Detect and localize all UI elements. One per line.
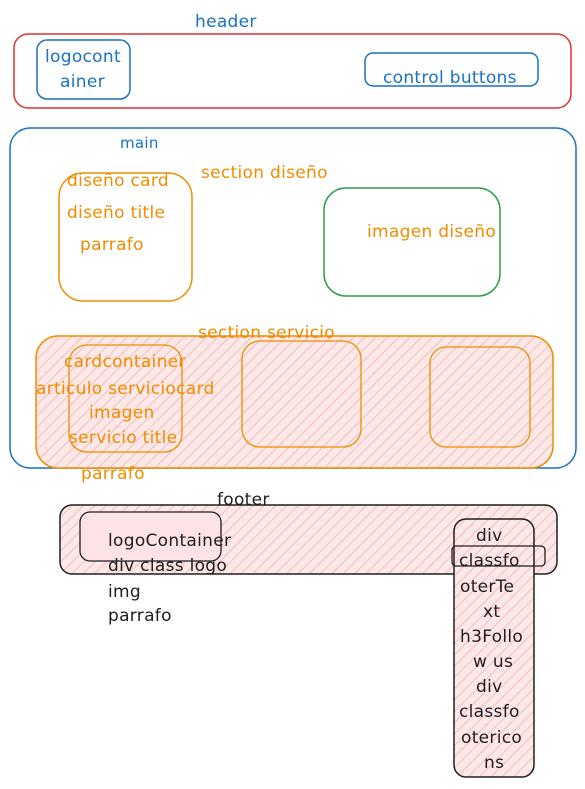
imagen-servicio-label: imagen: [89, 403, 155, 423]
imagen-diseno-box: [323, 187, 501, 297]
footer-right-line: div: [476, 526, 503, 546]
main-title: main: [120, 134, 159, 152]
footer-right-line: h3Follo: [460, 627, 524, 647]
footer-right-line: oterTe: [460, 577, 515, 597]
section-servicio-title: section servicio: [198, 323, 335, 343]
footer-right-line: xt: [483, 602, 501, 622]
cardcontainer-label: cardcontainer: [64, 352, 186, 372]
header-logo-label-2: ainer: [60, 72, 105, 92]
diseno-card-label: diseño card: [67, 171, 169, 191]
footer-title: footer: [217, 490, 270, 510]
footer-right-line: classfo: [459, 551, 520, 571]
footer-logo-line: img: [108, 582, 141, 602]
header-control-buttons-label: control buttons: [383, 68, 517, 88]
diseno-parrafo-label: parrafo: [80, 235, 144, 255]
footer-right-line: oterico: [461, 728, 523, 748]
footer-right-line: ns: [484, 753, 505, 773]
footer-logo-line: parrafo: [108, 606, 172, 626]
footer-logo-line: logoContainer: [108, 531, 232, 551]
servicio-card-3: [429, 346, 531, 448]
header-title: header: [195, 12, 257, 32]
servicio-title-label: servicio title: [69, 428, 178, 448]
servicio-card-2: [241, 340, 362, 448]
diseno-title-label: diseño title: [67, 203, 166, 223]
header-logo-label-1: logocont: [45, 47, 121, 67]
section-diseno-title: section diseño: [201, 163, 328, 183]
footer-right-line: w us: [473, 652, 514, 672]
articulo-label: articulo serviciocard: [36, 379, 215, 399]
imagen-diseno-label: imagen diseño: [367, 222, 497, 242]
footer-right-line: classfo: [459, 702, 520, 722]
servicio-parrafo-label: parrafo: [81, 464, 145, 484]
footer-right-line: div: [476, 677, 503, 697]
footer-logo-line: div class logo: [108, 556, 228, 576]
